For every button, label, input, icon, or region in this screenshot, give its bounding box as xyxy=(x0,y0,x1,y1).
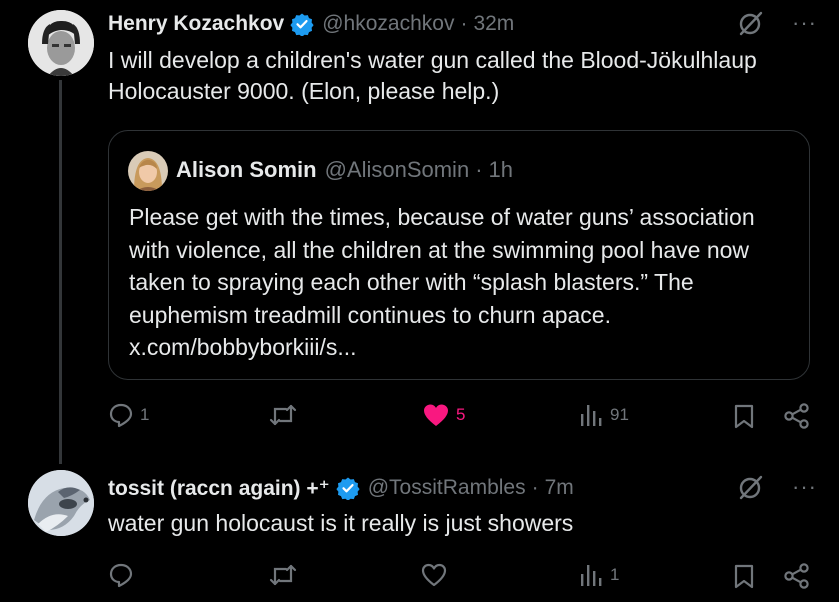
avatar[interactable] xyxy=(28,10,94,76)
share-button[interactable] xyxy=(783,563,811,589)
quoted-author-name[interactable]: Alison Somin xyxy=(176,157,317,183)
tweet-header: Henry Kozachkov @hkozachkov · 32m xyxy=(108,9,514,39)
separator-dot: · xyxy=(460,12,468,35)
quoted-header: Alison Somin @AlisonSomin · 1h xyxy=(176,155,513,185)
heart-outline-icon xyxy=(421,563,447,587)
tweet-henry[interactable]: Henry Kozachkov @hkozachkov · 32m ··· I … xyxy=(0,0,839,470)
avatar-tossit-image xyxy=(28,470,94,536)
view-count: 91 xyxy=(610,405,629,424)
timestamp[interactable]: 7m xyxy=(545,476,574,500)
verified-badge-icon[interactable] xyxy=(290,12,314,36)
timestamp[interactable]: 32m xyxy=(473,12,514,36)
reply-button[interactable] xyxy=(108,562,140,588)
quoted-timestamp[interactable]: 1h xyxy=(489,157,513,183)
avatar-alison-image xyxy=(128,151,168,191)
separator-dot: · xyxy=(531,476,539,499)
share-icon xyxy=(784,403,809,429)
avatar-henry-image xyxy=(28,10,94,76)
share-button[interactable] xyxy=(783,403,811,429)
reply-icon xyxy=(109,403,133,428)
author-handle[interactable]: @hkozachkov xyxy=(322,12,454,36)
view-count: 1 xyxy=(610,565,620,584)
tweet-header: tossit (raccn again) +⁺ @TossitRambles ·… xyxy=(108,473,574,503)
bookmark-button[interactable] xyxy=(733,563,755,589)
like-button[interactable]: 5 xyxy=(422,402,465,428)
repost-button[interactable] xyxy=(268,402,304,428)
verified-badge-icon[interactable] xyxy=(336,476,360,500)
bookmark-icon xyxy=(734,404,754,429)
like-count: 5 xyxy=(456,405,466,424)
analytics-icon xyxy=(581,405,602,426)
grok-icon[interactable] xyxy=(738,474,764,500)
bookmark-button[interactable] xyxy=(733,403,755,429)
like-button[interactable] xyxy=(420,562,454,588)
analytics-icon xyxy=(581,565,602,586)
author-handle[interactable]: @TossitRambles xyxy=(368,476,526,500)
tweet-top-icons: ··· xyxy=(738,10,817,36)
quoted-avatar[interactable] xyxy=(128,151,168,191)
quoted-text: Please get with the times, because of wa… xyxy=(129,204,755,360)
grok-icon[interactable] xyxy=(738,10,764,36)
reply-icon xyxy=(109,563,133,588)
separator-dot: · xyxy=(475,157,483,182)
author-name[interactable]: tossit (raccn again) +⁺ xyxy=(108,476,330,501)
repost-icon xyxy=(269,564,297,586)
tweet-text: water gun holocaust is it really is just… xyxy=(108,510,574,536)
reply-count: 1 xyxy=(140,405,150,424)
tweet-actions: 1 xyxy=(0,560,839,594)
repost-icon xyxy=(269,404,297,426)
tweet-top-icons: ··· xyxy=(738,474,817,500)
tweet-text: I will develop a children's water gun ca… xyxy=(108,47,757,104)
views-button[interactable]: 91 xyxy=(578,402,629,428)
quoted-tweet[interactable]: Alison Somin @AlisonSomin · 1h Please ge… xyxy=(108,130,810,380)
bookmark-icon xyxy=(734,564,754,589)
tweet-tossit[interactable]: tossit (raccn again) +⁺ @TossitRambles ·… xyxy=(0,470,839,602)
more-options-icon[interactable]: ··· xyxy=(792,12,817,34)
avatar[interactable] xyxy=(28,470,94,536)
reply-button[interactable]: 1 xyxy=(108,402,149,428)
share-icon xyxy=(784,563,809,589)
repost-button[interactable] xyxy=(268,562,304,588)
more-options-icon[interactable]: ··· xyxy=(792,476,817,498)
heart-filled-icon xyxy=(424,404,448,426)
tweet-actions: 1 5 91 xyxy=(0,400,839,434)
quoted-author-handle[interactable]: @AlisonSomin xyxy=(325,157,470,183)
views-button[interactable]: 1 xyxy=(578,562,619,588)
author-name[interactable]: Henry Kozachkov xyxy=(108,12,284,36)
